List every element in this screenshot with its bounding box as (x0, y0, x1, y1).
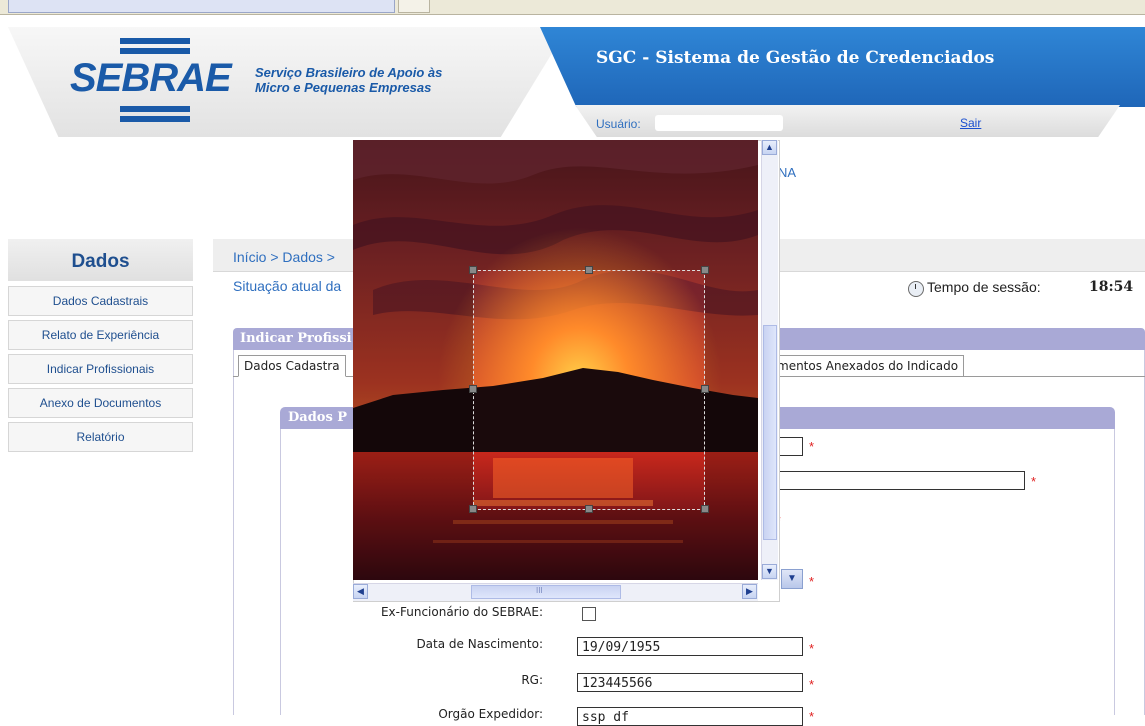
session-time-label: Tempo de sessão: (927, 279, 1041, 295)
partial-header-text: NA (778, 165, 797, 180)
logout-link[interactable]: Sair (960, 116, 981, 130)
logo-subtitle-line2: Micro e Pequenas Empresas (255, 80, 432, 95)
orgao-expedidor-label: Orgão Expedidor: (438, 707, 543, 721)
logo-wordmark: SEBRAE (70, 56, 232, 100)
field-2-input[interactable] (770, 471, 1025, 490)
crop-handle-bottom-left[interactable] (469, 505, 477, 513)
rg-label: RG: (521, 673, 543, 687)
crop-handle-top-right[interactable] (701, 266, 709, 274)
required-marker: * (809, 641, 815, 656)
user-label: Usuário: (596, 117, 641, 131)
ex-funcionario-checkbox[interactable] (582, 607, 596, 621)
horizontal-scrollbar[interactable]: ◀ III ▶ (353, 583, 758, 601)
status-text: Situação atual da (233, 278, 342, 294)
user-name-redacted (655, 115, 783, 131)
required-marker: * (809, 677, 815, 692)
sidebar-item-relato-experiencia[interactable]: Relato de Experiência (8, 320, 193, 350)
clock-icon (908, 281, 924, 297)
browser-tab-strip (0, 0, 1145, 15)
crop-selection[interactable] (473, 270, 705, 510)
vertical-scroll-thumb[interactable] (763, 325, 777, 540)
session-time-value: 18:54 (1089, 279, 1134, 295)
orgao-expedidor-input[interactable]: ssp df (577, 707, 803, 726)
crop-handle-top[interactable] (585, 266, 593, 274)
browser-tab-button[interactable] (398, 0, 430, 13)
app-title: SGC - Sistema de Gestão de Credenciados (596, 48, 995, 68)
scroll-left-icon[interactable]: ◀ (353, 584, 368, 599)
rg-input[interactable]: 123445566 (577, 673, 803, 692)
crop-handle-bottom[interactable] (585, 505, 593, 513)
scroll-up-icon[interactable]: ▲ (762, 140, 777, 155)
chevron-down-icon[interactable]: ▼ (781, 569, 803, 589)
scroll-grip: III (536, 586, 543, 595)
panel-title: Indicar Profissi (240, 331, 352, 346)
required-marker: * (809, 439, 815, 454)
horizontal-scroll-thumb[interactable]: III (471, 585, 621, 599)
birth-date-input[interactable]: 19/09/1955 (577, 637, 803, 656)
ex-funcionario-label: Ex-Funcionário do SEBRAE: (380, 605, 543, 619)
subpanel-title: Dados P (288, 410, 348, 425)
sidebar-item-relatorio[interactable]: Relatório (8, 422, 193, 452)
tab-documentos-anexados[interactable]: mentos Anexados do Indicado (771, 355, 965, 377)
crop-handle-right[interactable] (701, 385, 709, 393)
birth-date-label: Data de Nascimento: (416, 637, 543, 651)
required-marker: * (809, 574, 815, 589)
crop-handle-bottom-right[interactable] (701, 505, 709, 513)
logo-subtitle-line1: Serviço Brasileiro de Apoio às (255, 65, 443, 80)
scroll-right-icon[interactable]: ▶ (742, 584, 757, 599)
browser-tab[interactable] (8, 0, 395, 13)
scroll-down-icon[interactable]: ▼ (762, 564, 777, 579)
crop-handle-left[interactable] (469, 385, 477, 393)
required-marker: * (1031, 474, 1037, 489)
sidebar-item-indicar-profissionais[interactable]: Indicar Profissionais (8, 354, 193, 384)
sidebar-title: Dados (71, 251, 130, 272)
breadcrumb[interactable]: Início > Dados > (233, 249, 335, 265)
sidebar-item-dados-cadastrais[interactable]: Dados Cadastrais (8, 286, 193, 316)
crop-handle-top-left[interactable] (469, 266, 477, 274)
tab-dados-cadastrais[interactable]: Dados Cadastra (238, 355, 346, 377)
vertical-scrollbar[interactable]: ▲ ▼ (761, 140, 778, 580)
required-marker: * (809, 709, 815, 724)
sidebar-item-anexo-documentos[interactable]: Anexo de Documentos (8, 388, 193, 418)
